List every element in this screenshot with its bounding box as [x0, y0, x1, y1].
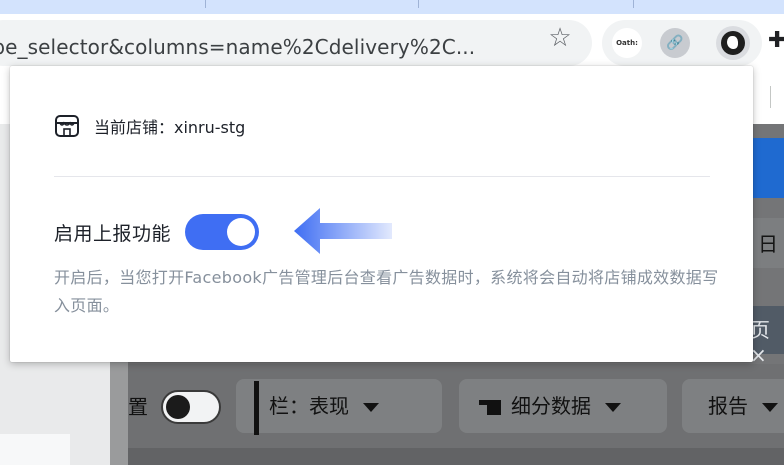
pointer-arrow-icon — [294, 208, 392, 254]
bird-extension-icon[interactable] — [716, 26, 750, 60]
shop-icon — [55, 115, 79, 137]
report-feature-description: 开启后，当您打开Facebook广告管理后台查看广告数据时，系统将会自动将店铺成… — [54, 268, 719, 315]
tab-separator — [633, 0, 634, 8]
breakdown-icon — [479, 400, 501, 415]
columns-icon — [254, 380, 259, 435]
current-shop-row: 当前店铺：xinru-stg — [54, 114, 245, 138]
puzzle-icon[interactable]: ✚ — [768, 28, 784, 54]
left-card — [0, 434, 70, 465]
table-header-strip — [128, 448, 784, 465]
breakdown-button-label: 细分数据 — [511, 394, 591, 418]
report-feature-row: 启用上报功能 — [54, 214, 260, 250]
extensions-area: Oath: 🔗 — [602, 20, 762, 66]
page-tab-label: 页 × — [750, 318, 770, 367]
reports-button[interactable]: 报告 — [682, 379, 784, 433]
tab-separator — [418, 0, 419, 8]
url-text[interactable]: ope_selector&columns=name%2Cdelivery%2C.… — [0, 35, 475, 59]
address-bar[interactable]: ope_selector&columns=name%2Cdelivery%2C.… — [0, 20, 592, 66]
reports-button-label: 报告 — [708, 394, 748, 418]
oath-extension-icon[interactable]: Oath: — [612, 28, 642, 58]
report-feature-label: 启用上报功能 — [54, 222, 172, 245]
tab-strip — [0, 0, 784, 14]
extension-popup: 当前店铺：xinru-stg 启用上报功能 开启后，当您打开Facebook广告… — [10, 66, 753, 362]
link-extension-icon[interactable]: 🔗 — [660, 28, 690, 58]
bookmark-separator — [770, 86, 771, 108]
columns-button-label: 栏：表现 — [269, 394, 349, 418]
browser-toolbar: ope_selector&columns=name%2Cdelivery%2C.… — [0, 14, 784, 70]
caret-down-icon — [363, 403, 379, 412]
caret-down-icon — [605, 403, 621, 412]
caret-down-icon — [762, 403, 778, 412]
columns-button[interactable]: 栏：表现 — [236, 379, 442, 435]
divider — [54, 176, 710, 177]
tab-separator — [205, 0, 206, 8]
settings-toggle[interactable] — [161, 390, 221, 424]
toggle-label: 置 — [128, 395, 148, 419]
current-shop-label: 当前店铺：xinru-stg — [94, 118, 246, 137]
star-icon[interactable]: ☆ — [544, 22, 576, 54]
day-label: 日 — [758, 232, 778, 256]
breakdown-button[interactable]: 细分数据 — [459, 379, 667, 433]
toggle-knob — [227, 218, 256, 246]
report-feature-toggle[interactable] — [185, 214, 260, 250]
